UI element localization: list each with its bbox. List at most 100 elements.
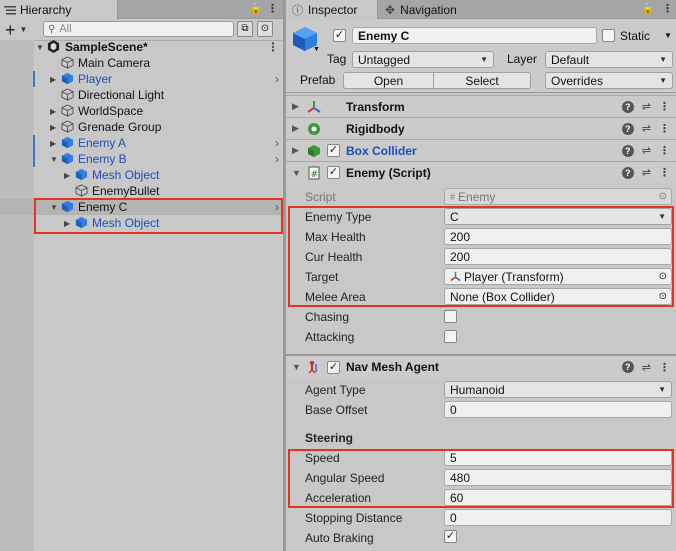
hierarchy-tabbar: Hierarchy 🔒 ⋮ (0, 0, 283, 19)
scene-visibility-icon[interactable]: ⧉ (237, 21, 253, 37)
tree-item-main-camera[interactable]: Main Camera (0, 55, 283, 71)
active-checkbox[interactable]: ✓ (333, 29, 346, 42)
chevron-down-icon[interactable]: ▼ (664, 31, 672, 40)
expand-arrow-icon[interactable]: ▶ (50, 107, 56, 116)
expand-arrow-icon[interactable]: ▼ (292, 362, 301, 372)
navigation-icon: ✥ (385, 2, 396, 17)
kebab-menu-icon[interactable]: ⋮ (267, 2, 278, 15)
object-picker-icon[interactable]: ⊙ (659, 191, 667, 202)
cur-health-input[interactable]: 200 (444, 248, 672, 265)
prefab-cube-icon (61, 136, 74, 149)
prefab-open-button[interactable]: Open (343, 72, 434, 89)
tab-navigation[interactable]: ✥ Navigation (379, 0, 469, 19)
chevron-right-icon[interactable]: › (275, 136, 279, 150)
hierarchy-tab[interactable]: Hierarchy (0, 0, 118, 19)
presets-icon[interactable]: ⇌ (642, 122, 651, 135)
gameobject-cube-icon (75, 184, 88, 197)
angular-speed-input[interactable]: 480 (444, 469, 672, 486)
kebab-menu-icon[interactable]: ⋮ (267, 40, 279, 54)
tree-item-worldspace[interactable]: ▶ WorldSpace (0, 103, 283, 119)
help-icon[interactable]: ? (621, 100, 634, 113)
add-object-icon[interactable]: + (5, 21, 16, 39)
tree-item-grenade-group[interactable]: ▶ Grenade Group (0, 119, 283, 135)
expand-arrow-icon[interactable]: ▶ (50, 123, 56, 132)
expand-arrow-icon[interactable]: ▼ (50, 203, 58, 212)
tree-item-enemybullet[interactable]: EnemyBullet (0, 183, 283, 199)
chevron-down-icon[interactable]: ▼ (20, 25, 28, 34)
base-offset-input[interactable]: 0 (444, 401, 672, 418)
chevron-right-icon[interactable]: › (275, 72, 279, 86)
expand-arrow-icon[interactable]: ▶ (50, 75, 56, 84)
kebab-menu-icon[interactable]: ⋮ (659, 361, 670, 374)
expand-arrow-icon[interactable]: ▶ (292, 101, 299, 112)
object-name-input[interactable]: Enemy C (352, 27, 597, 44)
search-filter-icon[interactable]: ⊙ (257, 21, 273, 37)
component-transform[interactable]: ▶ Transform ? ⇌ ⋮ (286, 95, 676, 117)
tree-item-enemy-a[interactable]: ▶ Enemy A › (0, 135, 283, 151)
kebab-menu-icon[interactable]: ⋮ (659, 166, 670, 179)
kebab-menu-icon[interactable]: ⋮ (659, 144, 670, 157)
tag-dropdown[interactable]: Untagged ▼ (352, 51, 494, 68)
auto-braking-checkbox[interactable]: ✓ (444, 530, 457, 543)
tree-item-player[interactable]: ▶ Player › (0, 71, 283, 87)
tree-item-enemy-c[interactable]: ▼ Enemy C › (0, 199, 283, 215)
presets-icon[interactable]: ⇌ (642, 100, 651, 113)
expand-arrow-icon[interactable]: ▶ (64, 219, 70, 228)
presets-icon[interactable]: ⇌ (642, 166, 651, 179)
expand-arrow-icon[interactable]: ▶ (50, 139, 56, 148)
enabled-checkbox[interactable]: ✓ (327, 166, 340, 179)
lock-icon[interactable]: 🔒 (249, 2, 263, 15)
tree-item-samplescene[interactable]: ▼ SampleScene* ⋮ (0, 39, 283, 55)
component-enemy-script[interactable]: ▼ # ✓ Enemy (Script) ? ⇌ ⋮ (286, 161, 676, 183)
component-rigidbody[interactable]: ▶ Rigidbody ? ⇌ ⋮ (286, 117, 676, 139)
enabled-checkbox[interactable]: ✓ (327, 144, 340, 157)
tree-item-enemy-b[interactable]: ▼ Enemy B › (0, 151, 283, 167)
help-icon[interactable]: ? (621, 361, 634, 373)
acceleration-input[interactable]: 60 (444, 489, 672, 506)
chevron-right-icon[interactable]: › (275, 152, 279, 166)
melee-area-object-field[interactable]: None (Box Collider) ⊙ (444, 288, 672, 305)
help-icon[interactable]: ? (621, 166, 634, 179)
expand-arrow-icon[interactable]: ▼ (50, 155, 58, 164)
kebab-menu-icon[interactable]: ⋮ (662, 2, 673, 15)
chevron-down-icon: ▼ (658, 385, 666, 394)
component-box-collider[interactable]: ▶ ✓ Box Collider ? ⇌ ⋮ (286, 139, 676, 161)
tree-item-directional-light[interactable]: Directional Light (0, 87, 283, 103)
help-icon[interactable]: ? (621, 144, 634, 157)
prefab-select-button[interactable]: Select (433, 72, 531, 89)
enabled-checkbox[interactable]: ✓ (327, 361, 340, 374)
expand-arrow-icon[interactable]: ▼ (292, 168, 301, 178)
chevron-right-icon[interactable]: › (275, 200, 279, 214)
layer-dropdown[interactable]: Default ▼ (545, 51, 673, 68)
enemy-type-dropdown[interactable]: C ▼ (444, 208, 672, 225)
overrides-dropdown[interactable]: Overrides ▼ (545, 72, 673, 89)
tree-item-label: Enemy A (78, 136, 127, 150)
expand-arrow-icon[interactable]: ▼ (36, 43, 44, 52)
tree-item-mesh-object[interactable]: ▶ Mesh Object (0, 215, 283, 231)
expand-arrow-icon[interactable]: ▶ (292, 145, 299, 156)
max-health-input[interactable]: 200 (444, 228, 672, 245)
lock-icon[interactable]: 🔒 (641, 2, 655, 15)
presets-icon[interactable]: ⇌ (642, 361, 651, 374)
object-picker-icon[interactable]: ⊙ (659, 291, 667, 302)
stopping-distance-input[interactable]: 0 (444, 509, 672, 526)
chasing-checkbox[interactable] (444, 310, 457, 323)
agent-type-dropdown[interactable]: Humanoid ▼ (444, 381, 672, 398)
hierarchy-search-input[interactable]: ⚲ All (43, 21, 234, 37)
expand-arrow-icon[interactable]: ▶ (292, 123, 299, 134)
help-icon[interactable]: ? (621, 122, 634, 135)
script-field[interactable]: # Enemy ⊙ (444, 188, 672, 205)
chevron-down-icon[interactable]: ▼ (313, 46, 320, 53)
static-checkbox[interactable] (602, 29, 615, 42)
kebab-menu-icon[interactable]: ⋮ (659, 100, 670, 113)
kebab-menu-icon[interactable]: ⋮ (659, 122, 670, 135)
presets-icon[interactable]: ⇌ (642, 144, 651, 157)
speed-input[interactable]: 5 (444, 449, 672, 466)
component-nav-mesh-agent[interactable]: ▼ ✓ Nav Mesh Agent ? ⇌ ⋮ (286, 354, 676, 378)
target-object-field[interactable]: Player (Transform) ⊙ (444, 268, 672, 285)
expand-arrow-icon[interactable]: ▶ (64, 171, 70, 180)
attacking-checkbox[interactable] (444, 330, 457, 343)
tab-inspector[interactable]: ⓘ Inspector (286, 0, 378, 19)
tree-item-mesh-object[interactable]: ▶ Mesh Object (0, 167, 283, 183)
object-picker-icon[interactable]: ⊙ (659, 271, 667, 282)
